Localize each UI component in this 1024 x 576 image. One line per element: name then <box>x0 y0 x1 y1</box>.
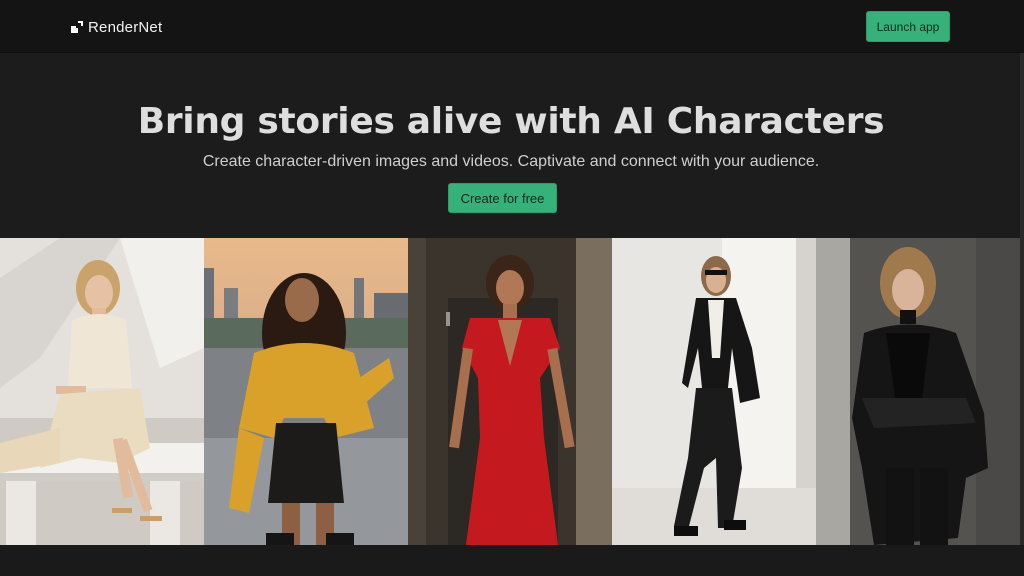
create-for-free-button[interactable]: Create for free <box>448 183 557 213</box>
hero-subtitle: Create character-driven images and video… <box>202 153 820 170</box>
brand-name: RenderNet <box>88 18 163 36</box>
launch-app-button[interactable]: Launch app <box>866 11 950 42</box>
hero-title: Bring stories alive with AI Characters <box>137 101 885 142</box>
brand-logo-link[interactable]: RenderNet <box>71 17 162 37</box>
gallery-image-1 <box>0 238 204 545</box>
character-gallery <box>0 238 1020 545</box>
page-scrollbar[interactable] <box>1020 53 1024 545</box>
top-navbar: RenderNet Launch app <box>0 0 1024 53</box>
rendernet-logo-icon <box>71 21 83 33</box>
gallery-image-2 <box>204 238 408 545</box>
gallery-image-4 <box>612 238 816 545</box>
gallery-image-5 <box>816 238 1020 545</box>
gallery-image-3 <box>408 238 612 545</box>
next-section-band <box>0 545 1024 576</box>
